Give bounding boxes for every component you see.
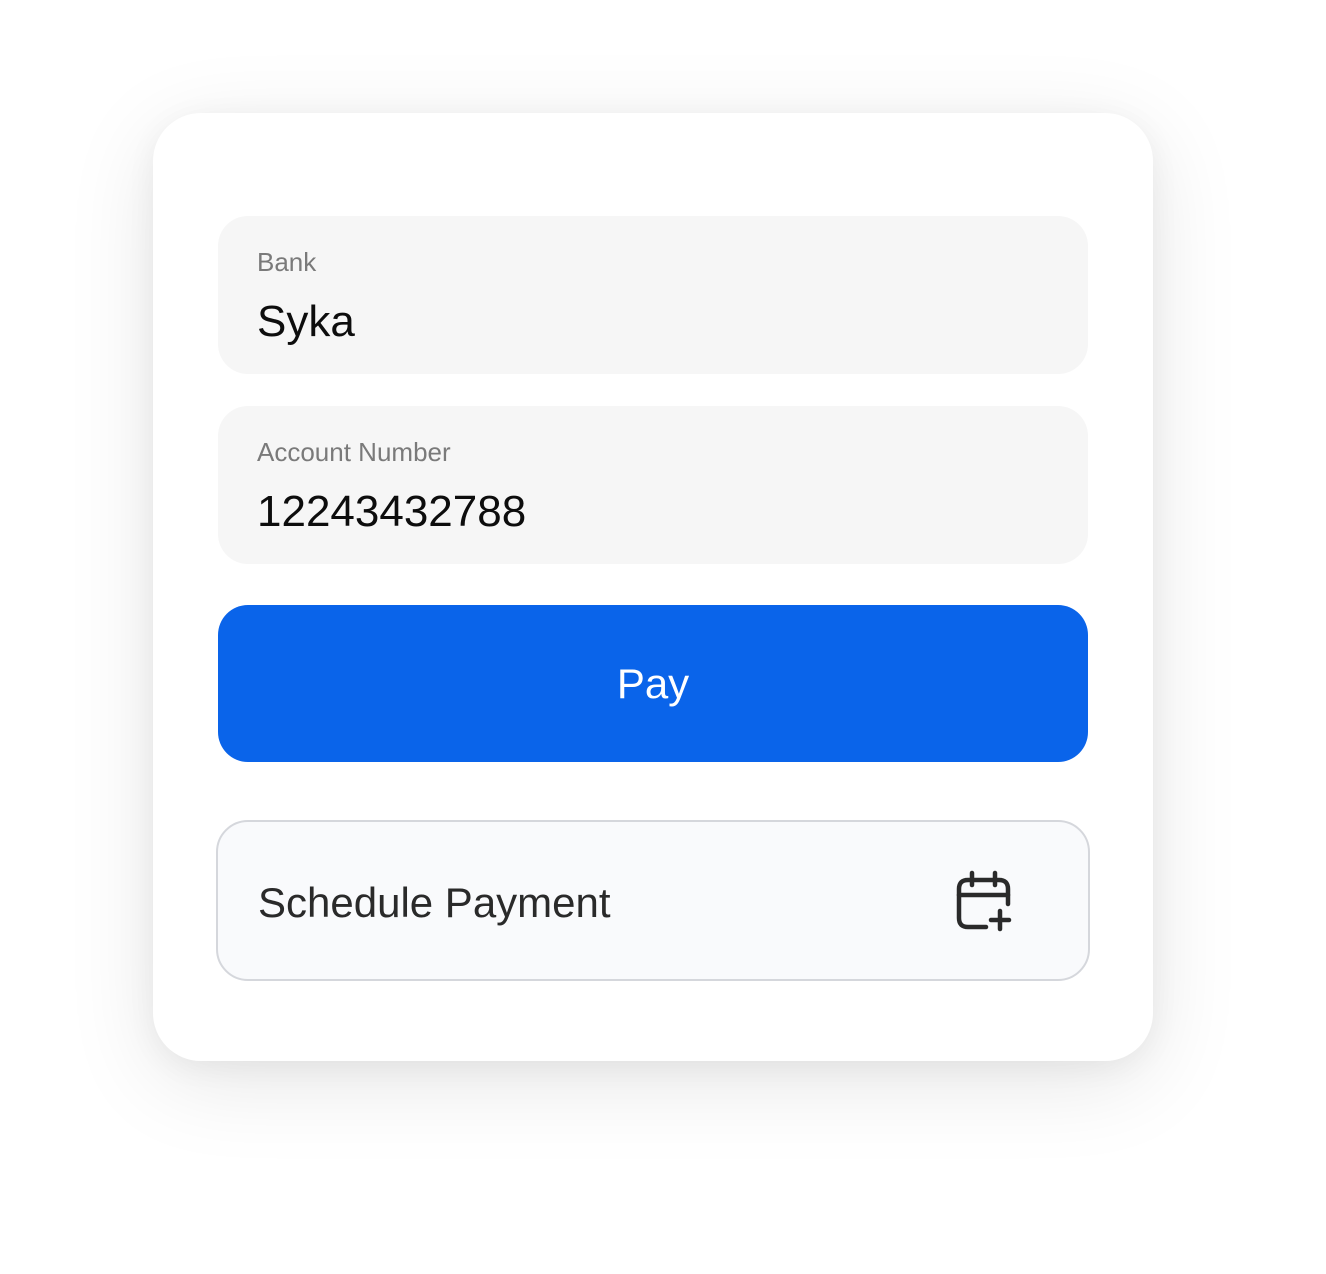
pay-button[interactable]: Pay: [218, 605, 1088, 762]
bank-field-value[interactable]: Syka: [257, 296, 355, 348]
calendar-plus-icon: [954, 870, 1014, 932]
payment-card: Bank Syka Account Number 12243432788 Pay…: [153, 113, 1153, 1061]
account-number-value[interactable]: 12243432788: [257, 486, 526, 538]
schedule-payment-label: Schedule Payment: [258, 879, 611, 926]
account-number-label: Account Number: [257, 437, 451, 467]
account-number-field[interactable]: Account Number 12243432788: [218, 406, 1088, 564]
bank-field-label: Bank: [257, 247, 317, 277]
schedule-payment-button[interactable]: Schedule Payment: [216, 820, 1090, 981]
bank-field[interactable]: Bank Syka: [218, 216, 1088, 374]
